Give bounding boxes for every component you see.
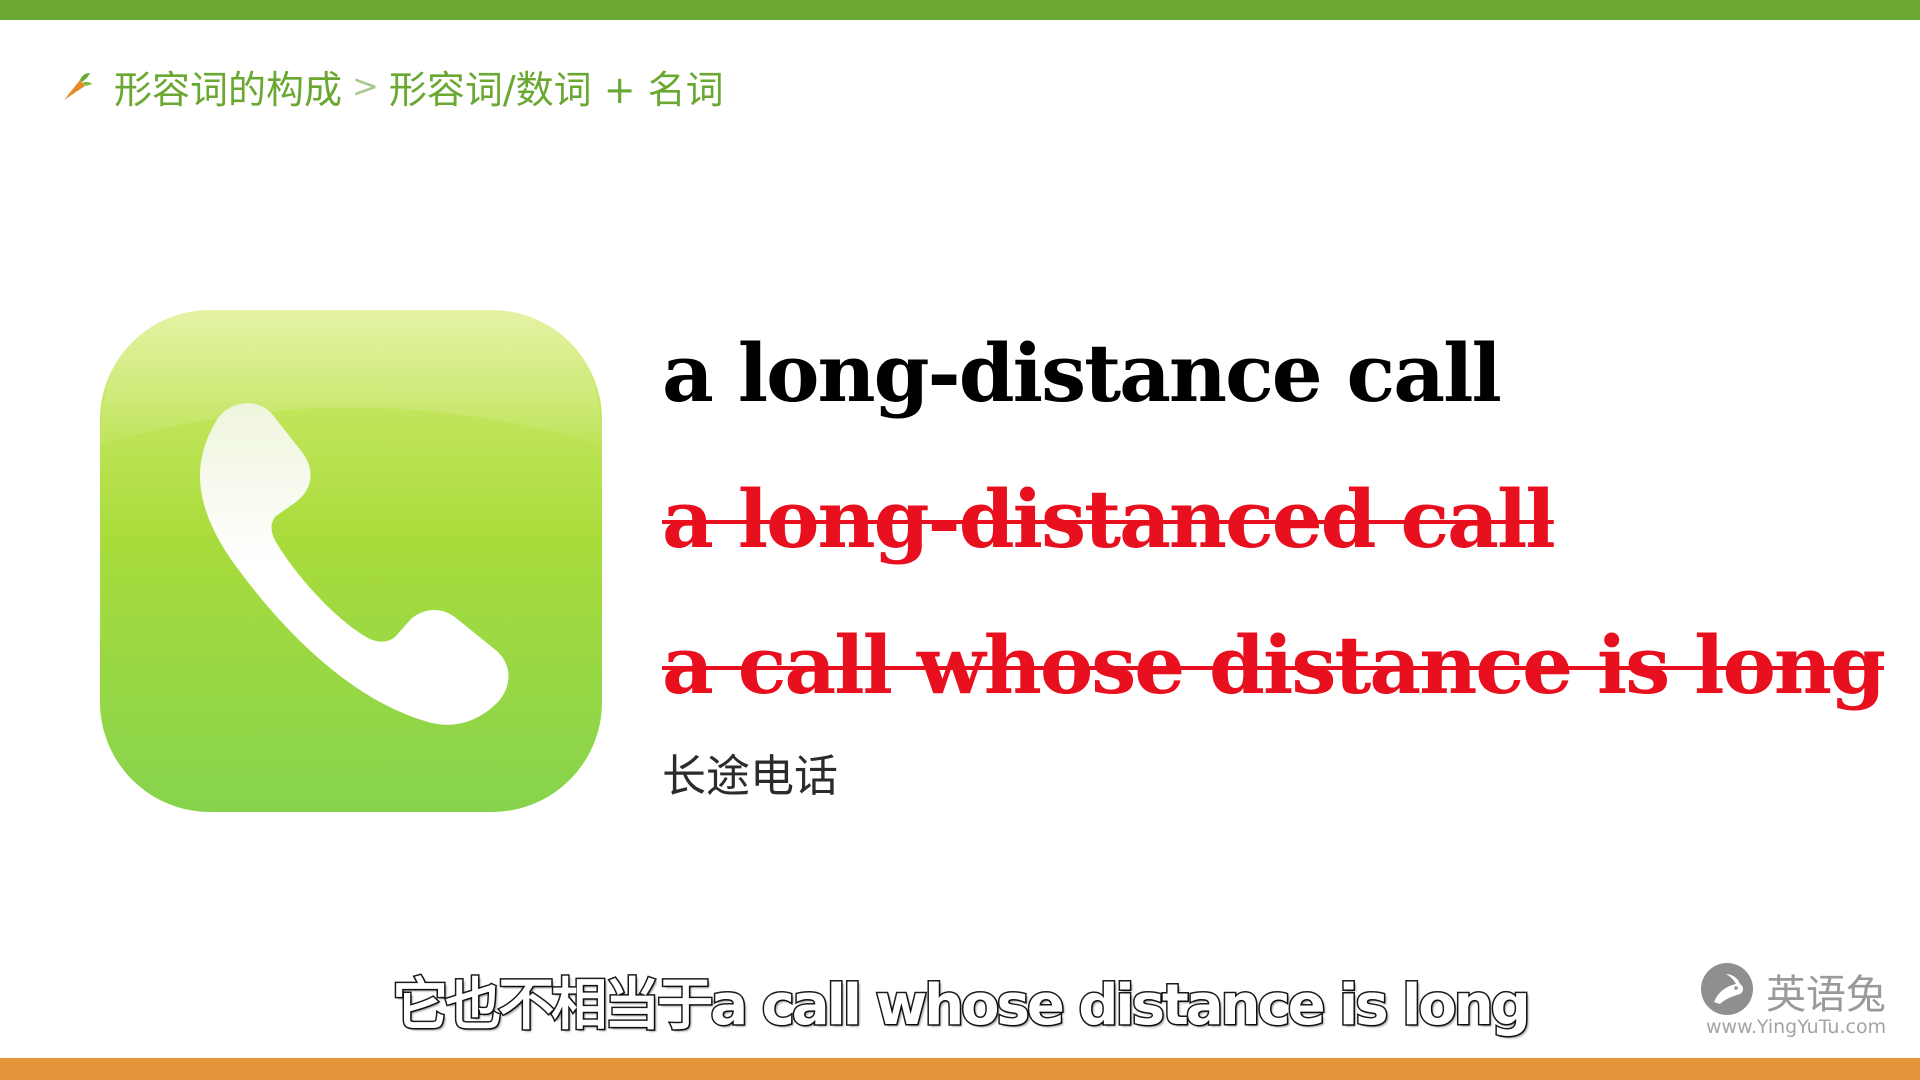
- breadcrumb-separator: >: [352, 67, 379, 105]
- chinese-translation: 长途电话: [662, 751, 838, 802]
- phone-app-icon: [100, 310, 602, 812]
- example-wrong-1: a long-distanced call: [662, 472, 1556, 566]
- video-subtitle: 它也不相当于a call whose distance is long: [391, 972, 1532, 1040]
- carrot-icon: [64, 73, 92, 100]
- bottom-accent-bar: [0, 1058, 1920, 1080]
- brand-logo: 英语兔 www.YingYuTu.com: [1700, 962, 1900, 1042]
- example-wrong-2: a call whose distance is long: [662, 618, 1886, 712]
- brand-url: www.YingYuTu.com: [1706, 1016, 1887, 1038]
- rabbit-icon: [1701, 963, 1753, 1015]
- breadcrumb-parent: 形容词的构成: [114, 67, 343, 112]
- breadcrumb: 形容词的构成 > 形容词/数词 + 名词: [60, 58, 724, 114]
- example-correct: a long-distance call: [662, 326, 1502, 420]
- breadcrumb-current: 形容词/数词 + 名词: [388, 67, 724, 112]
- top-accent-bar: [0, 0, 1920, 20]
- example-phrases: a long-distance call a long-distanced ca…: [662, 300, 1892, 738]
- brand-name: 英语兔: [1766, 972, 1886, 1018]
- slide: 形容词的构成 > 形容词/数词 + 名词 a long-distance cal…: [0, 0, 1920, 1080]
